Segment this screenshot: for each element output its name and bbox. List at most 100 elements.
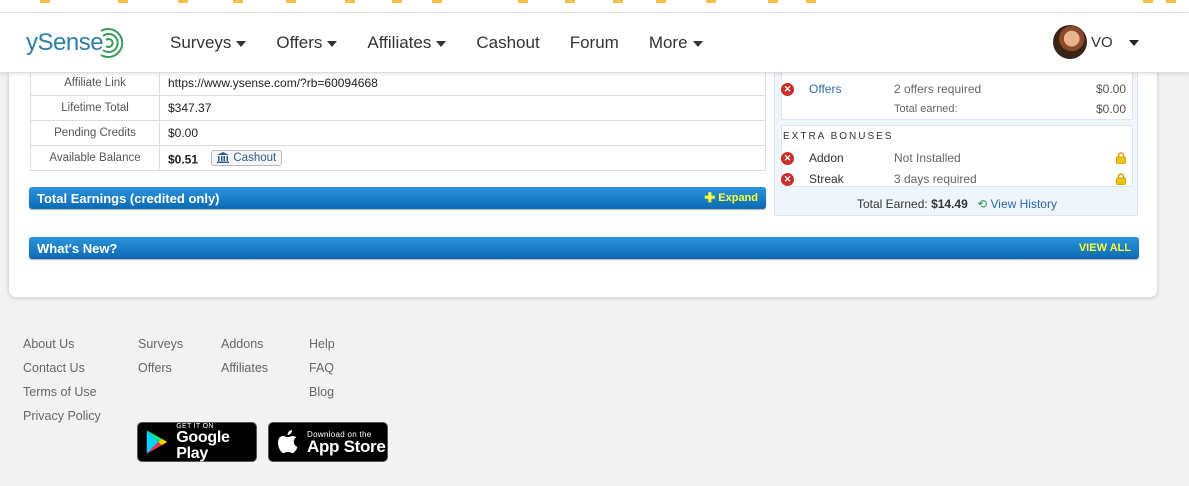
nav-more[interactable]: More	[649, 33, 703, 53]
stat-label: Available Balance	[30, 145, 160, 171]
streak-status: 3 days required	[894, 172, 977, 186]
caret-down-icon	[236, 41, 247, 47]
addon-status: Not Installed	[894, 151, 961, 165]
table-row: Available Balance $0.51 Cashout	[30, 145, 766, 171]
footer-link-surveys[interactable]: Surveys	[138, 336, 183, 360]
total-earnings-bar[interactable]: Total Earnings (credited only) ✚ Expand	[29, 187, 766, 209]
total-earnings-title: Total Earnings (credited only)	[37, 190, 220, 206]
app-store-big: App Store	[307, 436, 386, 456]
footer-col-more: Addons Affiliates	[221, 336, 268, 384]
footer-link-privacy[interactable]: Privacy Policy	[23, 408, 101, 432]
affiliate-link-value[interactable]: https://www.ysense.com/?rb=60094668	[159, 70, 766, 96]
stat-label: Pending Credits	[30, 120, 160, 146]
footer-link-contact[interactable]: Contact Us	[23, 360, 101, 384]
caret-down-icon	[1128, 40, 1139, 46]
bonus-panel: ✕ Offers 2 offers required $0.00 Total e…	[774, 60, 1138, 216]
bonus-row-addon: ✕ Addon Not Installed	[781, 148, 1126, 168]
whats-new-title: What's New?	[37, 240, 118, 256]
user-name: VO	[1091, 33, 1113, 51]
footer-col-help: Help FAQ Blog	[309, 336, 335, 408]
caret-down-icon	[327, 41, 338, 47]
main-nav: Surveys Offers Affiliates Cashout Forum …	[170, 13, 733, 73]
footer-col-company: About Us Contact Us Terms of Use Privacy…	[23, 336, 101, 432]
offers-link[interactable]: Offers	[809, 82, 841, 96]
table-row: Pending Credits $0.00	[30, 120, 766, 146]
table-row: Affiliate Link https://www.ysense.com/?r…	[30, 70, 766, 96]
lock-icon	[1116, 173, 1126, 185]
nav-affiliates-label: Affiliates	[367, 33, 432, 52]
nav-forum[interactable]: Forum	[570, 33, 619, 53]
x-circle-icon: ✕	[781, 172, 794, 186]
footer-col-earn: Surveys Offers	[138, 336, 183, 384]
total-earned-value: $14.49	[931, 197, 968, 211]
available-balance-cell: $0.51 Cashout	[159, 145, 766, 171]
nav-forum-label: Forum	[569, 33, 619, 52]
nav-surveys[interactable]: Surveys	[170, 33, 247, 53]
lifetime-total-value: $347.37	[159, 95, 766, 121]
bonus-total-row: Total earned: $0.00	[781, 99, 1126, 119]
ysense-logo[interactable]: ySense	[26, 25, 127, 61]
avatar	[1053, 25, 1087, 59]
total-earned-small-label: Total earned:	[894, 103, 958, 115]
navbar: ySense Surveys Offers Affiliates Cashout…	[0, 13, 1189, 73]
expand-button[interactable]: ✚ Expand	[704, 190, 758, 206]
footer-link-about[interactable]: About Us	[23, 336, 101, 360]
offers-requirement: 2 offers required	[894, 82, 982, 96]
view-history-link[interactable]: ⟲ View History	[977, 197, 1057, 211]
cashout-button[interactable]: Cashout	[211, 149, 283, 166]
logo-rings-icon	[100, 28, 124, 58]
nav-cashout-label: Cashout	[476, 33, 540, 52]
footer-link-help[interactable]: Help	[309, 336, 335, 360]
nav-offers-label: Offers	[276, 33, 323, 52]
offers-amount: $0.00	[1095, 82, 1126, 96]
nav-affiliates[interactable]: Affiliates	[367, 33, 447, 53]
history-icon: ⟲	[977, 197, 988, 211]
top-strip	[0, 0, 1189, 13]
view-history-label: View History	[990, 197, 1057, 211]
x-circle-icon: ✕	[781, 151, 794, 165]
nav-surveys-label: Surveys	[170, 33, 232, 52]
bonus-row-streak: ✕ Streak 3 days required	[781, 169, 1126, 189]
caret-down-icon	[692, 41, 703, 47]
addon-name: Addon	[809, 151, 844, 165]
total-earned-small-value: $0.00	[1095, 102, 1126, 116]
nav-more-label: More	[648, 33, 688, 52]
app-store-button[interactable]: Download on the App Store	[268, 422, 388, 462]
brand-name: ySense	[26, 29, 104, 56]
footer-link-affiliates[interactable]: Affiliates	[221, 360, 268, 384]
main-card: Affiliate Link https://www.ysense.com/?r…	[8, 60, 1158, 298]
footer-link-blog[interactable]: Blog	[309, 384, 335, 408]
footer-link-addons[interactable]: Addons	[221, 336, 268, 360]
google-play-text: GET IT ON Google Play	[176, 423, 256, 462]
streak-name: Streak	[809, 172, 844, 186]
footer-link-terms[interactable]: Terms of Use	[23, 384, 101, 408]
total-earned-line: Total Earned: $14.49 ⟲ View History	[775, 197, 1139, 211]
google-play-icon	[146, 430, 167, 454]
stat-label: Affiliate Link	[30, 70, 160, 96]
apple-icon	[278, 430, 298, 453]
user-menu[interactable]: VO	[1053, 25, 1139, 59]
stat-label: Lifetime Total	[30, 95, 160, 121]
x-circle-icon: ✕	[781, 82, 794, 96]
expand-label: Expand	[718, 192, 758, 204]
footer-link-faq[interactable]: FAQ	[309, 360, 335, 384]
extra-bonuses-title: EXTRA BONUSES	[783, 131, 894, 142]
bank-icon	[217, 152, 230, 164]
bonus-row-offers: ✕ Offers 2 offers required $0.00	[781, 79, 1126, 99]
affiliate-stats-table: Affiliate Link https://www.ysense.com/?r…	[30, 70, 766, 171]
whats-new-bar: What's New? VIEW ALL	[29, 237, 1139, 259]
google-play-button[interactable]: GET IT ON Google Play	[137, 422, 257, 462]
nav-cashout[interactable]: Cashout	[476, 33, 539, 53]
view-all-link[interactable]: VIEW ALL	[1079, 242, 1131, 254]
pending-credits-value: $0.00	[159, 120, 766, 146]
table-row: Lifetime Total $347.37	[30, 95, 766, 121]
lock-icon	[1116, 152, 1126, 164]
app-store-text: Download on the App Store	[307, 430, 386, 455]
total-earned-label: Total Earned:	[857, 197, 928, 211]
google-play-big: Google Play	[176, 428, 230, 462]
nav-offers[interactable]: Offers	[276, 33, 338, 53]
available-balance-value: $0.51	[168, 152, 199, 167]
footer-link-offers[interactable]: Offers	[138, 360, 183, 384]
plus-icon: ✚	[704, 190, 716, 205]
cashout-button-label: Cashout	[233, 151, 277, 164]
